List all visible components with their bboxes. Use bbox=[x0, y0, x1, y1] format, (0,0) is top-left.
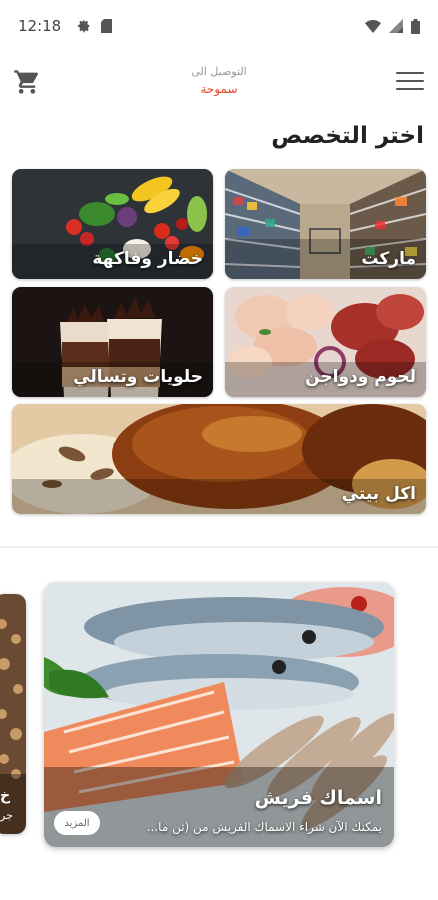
peek-card-subtitle: جر bbox=[0, 809, 13, 822]
status-bar: 12:18 bbox=[0, 0, 438, 52]
category-label: خضار وفاكهة bbox=[92, 249, 203, 269]
category-tile-meat-poultry[interactable]: لحوم ودواجن bbox=[225, 287, 426, 397]
status-left-icons bbox=[77, 19, 113, 33]
app-bar: التوصيل الى سموحة bbox=[0, 55, 438, 115]
peek-card-title: خ bbox=[0, 788, 11, 804]
category-tile-market[interactable]: ماركت bbox=[225, 169, 426, 279]
cellular-signal-icon bbox=[389, 19, 403, 33]
category-label: حلويات وتسالي bbox=[73, 367, 203, 387]
offer-description: يمكنك الآن شراء الاسماك الفريش من (ثن ما… bbox=[146, 820, 382, 834]
offer-title: اسماك فريش bbox=[254, 787, 382, 809]
menu-button[interactable] bbox=[396, 67, 424, 95]
battery-icon bbox=[411, 18, 420, 34]
menu-icon-line bbox=[396, 72, 424, 74]
category-label: ماركت bbox=[361, 249, 416, 269]
offer-card-peek[interactable]: خ جر bbox=[0, 594, 26, 834]
delivery-label: التوصيل الى bbox=[191, 65, 247, 78]
category-tile-home-food[interactable]: اكل بيتي bbox=[12, 404, 426, 514]
status-right-icons bbox=[365, 18, 420, 34]
category-label: لحوم ودواجن bbox=[305, 367, 416, 387]
more-button[interactable]: المزيد bbox=[54, 811, 100, 835]
category-tile-desserts-snacks[interactable]: حلويات وتسالي bbox=[12, 287, 213, 397]
section-title: اختر التخصص bbox=[271, 123, 424, 149]
offer-card-fresh-fish[interactable]: اسماك فريش يمكنك الآن شراء الاسماك الفري… bbox=[44, 582, 394, 847]
category-label: اكل بيتي bbox=[341, 484, 416, 504]
status-time: 12:18 bbox=[18, 17, 62, 35]
delivery-location[interactable]: التوصيل الى سموحة bbox=[0, 65, 438, 96]
category-tile-vegetables-fruits[interactable]: خضار وفاكهة bbox=[12, 169, 213, 279]
section-divider bbox=[0, 546, 438, 548]
delivery-city: سموحة bbox=[200, 82, 238, 96]
menu-icon-line bbox=[396, 80, 424, 82]
wifi-icon bbox=[365, 19, 381, 33]
menu-icon-line bbox=[396, 88, 424, 90]
gear-icon bbox=[78, 19, 90, 33]
sim-card-icon bbox=[101, 19, 113, 33]
